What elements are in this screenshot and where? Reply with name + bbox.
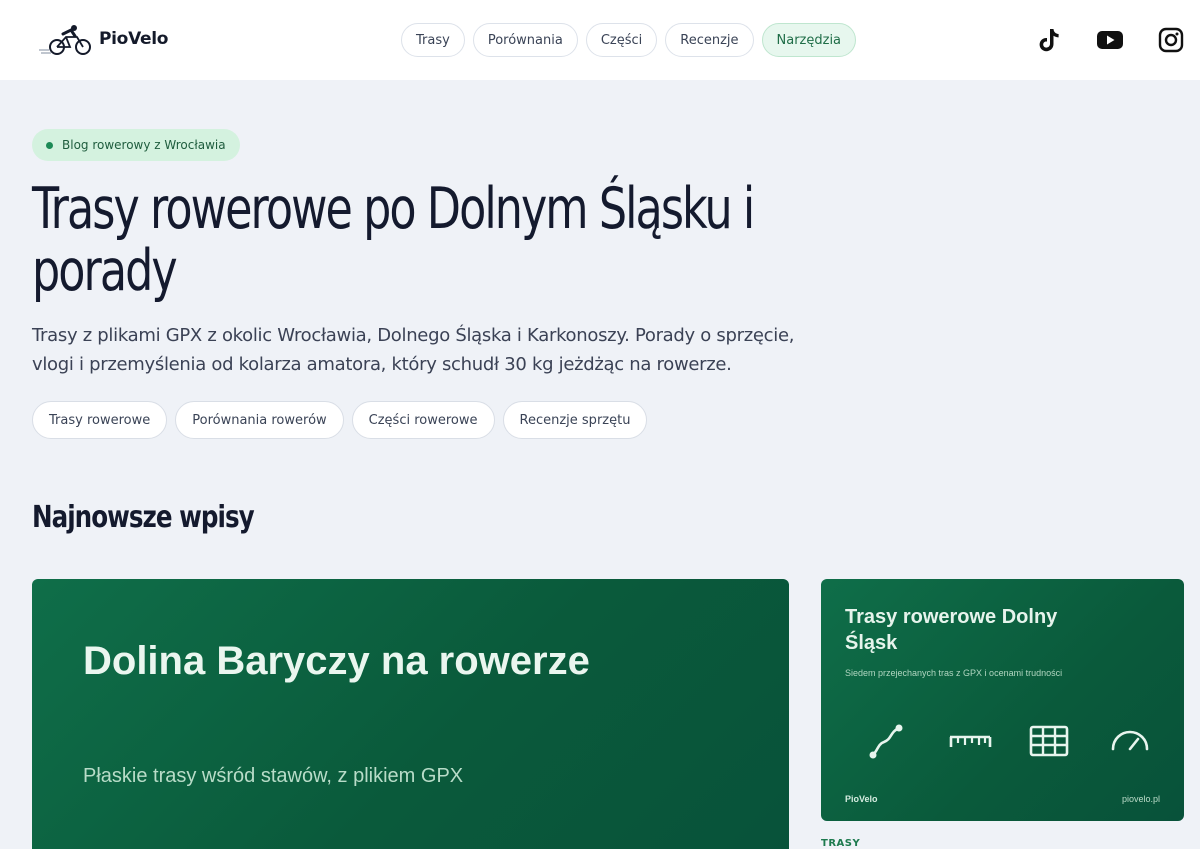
side-post-card[interactable]: Trasy rowerowe Dolny Śląsk Siedem przeje… bbox=[821, 579, 1184, 821]
nav-item-narzedzia[interactable]: Narzędzia bbox=[761, 23, 857, 57]
side-post-brand: PioVelo bbox=[845, 794, 878, 804]
hero-description: Trasy z plikami GPX z okolic Wrocławia, … bbox=[32, 325, 795, 375]
hero-tags: Trasy rowerowe Porównania rowerów Części… bbox=[32, 401, 648, 439]
featured-post-card[interactable]: Dolina Baryczy na rowerze Płaskie trasy … bbox=[32, 579, 789, 849]
brand-name: PioVelo bbox=[99, 29, 169, 49]
instagram-icon[interactable] bbox=[1157, 26, 1185, 54]
route-icon bbox=[869, 724, 903, 759]
badge-label: Blog rowerowy z Wrocławia bbox=[62, 138, 226, 152]
nav-item-czesci[interactable]: Części bbox=[585, 23, 658, 57]
nav-item-recenzje[interactable]: Recenzje bbox=[665, 23, 754, 57]
nav-item-trasy[interactable]: Trasy bbox=[401, 23, 465, 57]
tag-porownania-rowerow[interactable]: Porównania rowerów bbox=[175, 401, 344, 439]
hero-badge: Blog rowerowy z Wrocławia bbox=[32, 129, 240, 161]
youtube-icon[interactable] bbox=[1096, 26, 1124, 54]
nav-item-porownania[interactable]: Porównania bbox=[472, 23, 578, 57]
tag-czesci-rowerowe[interactable]: Części rowerowe bbox=[351, 401, 495, 439]
side-post-domain: piovelo.pl bbox=[1121, 794, 1160, 804]
featured-post-subtitle: Płaskie trasy wśród stawów, z plikiem GP… bbox=[83, 765, 464, 787]
badge-dot bbox=[46, 141, 53, 149]
side-post-category: TRASY bbox=[821, 838, 861, 849]
side-post-subtitle: Siedem przejechanych tras z GPX i ocenam… bbox=[845, 668, 1063, 678]
cyclist-icon bbox=[39, 25, 91, 55]
tiktok-icon[interactable] bbox=[1035, 26, 1063, 54]
tag-recenzje-sprzetu[interactable]: Recenzje sprzętu bbox=[502, 401, 648, 439]
grid-icon bbox=[1029, 725, 1069, 757]
tag-trasy-rowerowe[interactable]: Trasy rowerowe bbox=[32, 401, 168, 439]
side-post-title: Trasy rowerowe Dolny Śląsk bbox=[845, 606, 1058, 654]
ruler-icon bbox=[949, 735, 992, 747]
section-title-latest: Najnowsze wpisy bbox=[32, 500, 255, 535]
main-nav: Trasy Porównania Części Recenzje Narzędz… bbox=[401, 23, 857, 57]
site-header: PioVelo Trasy Porównania Części Recenzje… bbox=[0, 0, 1200, 80]
featured-post-title: Dolina Baryczy na rowerze bbox=[83, 639, 590, 683]
speedometer-icon bbox=[1111, 730, 1149, 751]
page-title: Trasy rowerowe po Dolnym Śląsku i porady bbox=[32, 176, 755, 304]
site-logo[interactable]: PioVelo bbox=[37, 22, 168, 56]
